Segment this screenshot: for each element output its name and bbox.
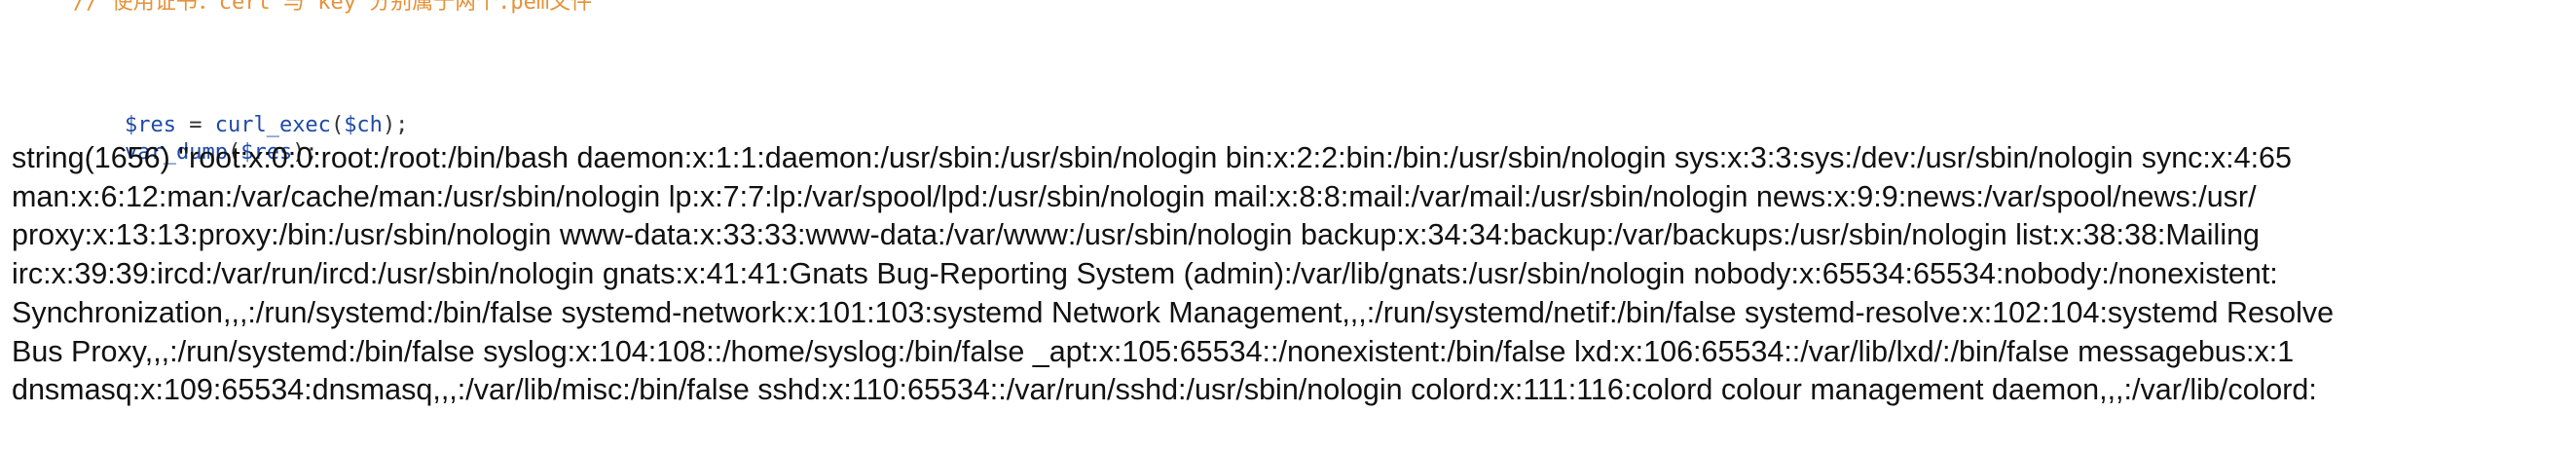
variable-ch: $ch bbox=[344, 113, 383, 137]
output-line: Bus Proxy,,,:/run/systemd:/bin/false sys… bbox=[12, 334, 2295, 368]
close-paren: ); bbox=[382, 113, 409, 137]
output-line: Synchronization,,,:/run/systemd:/bin/fal… bbox=[12, 295, 2335, 329]
output-line: irc:x:39:39:ircd:/var/run/ircd:/usr/sbin… bbox=[12, 257, 2278, 291]
code-comment-line: // 使用证书：cert 与 key 分别属于两个.pem文件 bbox=[73, 0, 593, 15]
output-line: proxy:x:13:13:proxy:/bin:/usr/sbin/nolog… bbox=[12, 218, 2261, 252]
code-line-curl-exec: $res = curl_exec($ch); bbox=[73, 82, 408, 137]
output-line: string(1656) "root:x:0:0:root:/root:/bin… bbox=[12, 141, 2292, 174]
output-line: dnsmasq:x:109:65534:dnsmasq,,,:/var/lib/… bbox=[12, 373, 2317, 407]
output-line: man:x:6:12:man:/var/cache/man:/usr/sbin/… bbox=[12, 179, 2257, 213]
open-paren: ( bbox=[330, 113, 345, 137]
code-line-var-dump: var_dump($res); bbox=[73, 109, 318, 165]
var-dump-output: string(1656) "root:x:0:0:root:/root:/bin… bbox=[12, 139, 2576, 450]
